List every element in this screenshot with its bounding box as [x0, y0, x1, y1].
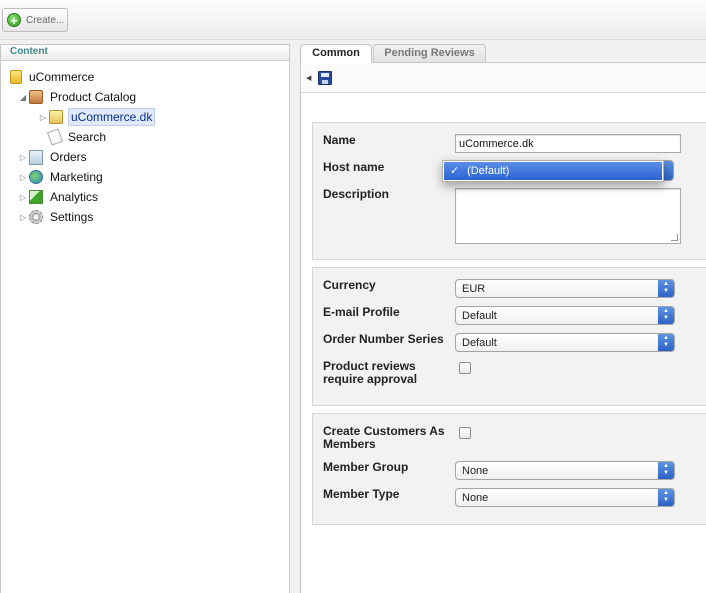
- member-group-select[interactable]: None ▲ ▼: [455, 461, 675, 480]
- store-info-section: Name Host name Description: [312, 122, 706, 260]
- select-stepper-icon: ▲ ▼: [658, 307, 674, 324]
- checkmark-icon: ✓: [450, 165, 460, 177]
- description-label: Description: [323, 187, 390, 201]
- store-settings-section: Currency EUR ▲ ▼ E-mail Profile Default ▲…: [312, 267, 706, 406]
- store-icon: [49, 110, 63, 124]
- host-option-default[interactable]: ✓ (Default): [444, 162, 662, 180]
- tab-common[interactable]: Common: [300, 44, 372, 63]
- member-type-label: Member Type: [323, 487, 400, 501]
- back-arrow-icon[interactable]: ◀: [306, 74, 311, 82]
- member-type-select[interactable]: None ▲ ▼: [455, 488, 675, 507]
- host-option-label: (Default): [467, 165, 510, 177]
- select-stepper-icon: ▲ ▼: [658, 462, 674, 479]
- collapsed-arrow-icon[interactable]: ▷: [17, 173, 29, 182]
- host-name-label: Host name: [323, 160, 385, 174]
- content-header: Content: [1, 45, 289, 61]
- add-icon: +: [7, 13, 21, 28]
- name-input[interactable]: [455, 134, 681, 153]
- member-group-label: Member Group: [323, 460, 409, 474]
- content-tree-panel: Content uCommerce ◢ Product Catalog ▷ uC…: [0, 44, 290, 593]
- email-profile-value: Default: [462, 310, 497, 322]
- collapsed-arrow-icon[interactable]: ▷: [17, 213, 29, 222]
- create-customers-label: Create Customers As Members: [323, 424, 445, 451]
- order-series-value: Default: [462, 337, 497, 349]
- orders-icon: [29, 149, 43, 165]
- create-button[interactable]: + Create...: [2, 8, 68, 32]
- search-icon: [46, 128, 64, 146]
- host-name-dropdown: ✓ (Default): [442, 160, 664, 182]
- tree-item-ucommerce-dk[interactable]: ▷ uCommerce.dk: [37, 108, 156, 126]
- tree-item-search[interactable]: Search: [46, 128, 108, 146]
- member-type-value: None: [462, 492, 489, 504]
- member-group-value: None: [462, 465, 489, 477]
- select-stepper-icon: ▲ ▼: [658, 489, 674, 506]
- folder-icon: [10, 70, 22, 84]
- create-button-label: Create...: [26, 14, 65, 26]
- select-stepper-icon: ▲ ▼: [658, 280, 674, 297]
- settings-icon: [29, 210, 43, 224]
- description-textarea[interactable]: [455, 188, 681, 244]
- order-series-label: Order Number Series: [323, 332, 444, 346]
- currency-label: Currency: [323, 278, 376, 292]
- reviews-approval-label: Product reviews require approval: [323, 359, 418, 386]
- catalog-icon: [29, 90, 43, 104]
- currency-value: EUR: [462, 283, 486, 295]
- membership-section: Create Customers As Members Member Group…: [312, 413, 706, 525]
- order-series-select[interactable]: Default ▲ ▼: [455, 333, 675, 352]
- tree-item-ucommerce[interactable]: uCommerce: [10, 68, 96, 86]
- analytics-icon: [29, 190, 43, 204]
- collapsed-arrow-icon[interactable]: ▷: [17, 193, 29, 202]
- collapsed-arrow-icon[interactable]: ▷: [37, 113, 49, 122]
- tree-item-settings[interactable]: ▷ Settings: [17, 208, 95, 226]
- tree-item-analytics[interactable]: ▷ Analytics: [17, 188, 100, 206]
- tab-pending-reviews[interactable]: Pending Reviews: [373, 44, 486, 62]
- create-customers-checkbox[interactable]: [459, 427, 471, 439]
- tree-item-marketing[interactable]: ▷ Marketing: [17, 168, 105, 186]
- tree-item-orders[interactable]: ▷ Orders: [17, 148, 89, 166]
- collapsed-arrow-icon[interactable]: ▷: [17, 153, 29, 162]
- editor-toolbar: ◀: [301, 63, 706, 93]
- currency-select[interactable]: EUR ▲ ▼: [455, 279, 675, 298]
- tree-item-product-catalog[interactable]: ◢ Product Catalog: [17, 88, 138, 106]
- expanded-arrow-icon[interactable]: ◢: [17, 93, 29, 102]
- select-stepper-icon: ▲ ▼: [658, 334, 674, 351]
- save-icon[interactable]: [318, 70, 333, 85]
- name-label: Name: [323, 133, 356, 147]
- email-profile-select[interactable]: Default ▲ ▼: [455, 306, 675, 325]
- email-profile-label: E-mail Profile: [323, 305, 400, 319]
- reviews-approval-checkbox[interactable]: [459, 362, 471, 374]
- top-toolbar: + Create...: [0, 0, 706, 40]
- marketing-icon: [29, 170, 43, 184]
- editor-panel: ◀ Name Host name Description Currency EU…: [300, 62, 706, 593]
